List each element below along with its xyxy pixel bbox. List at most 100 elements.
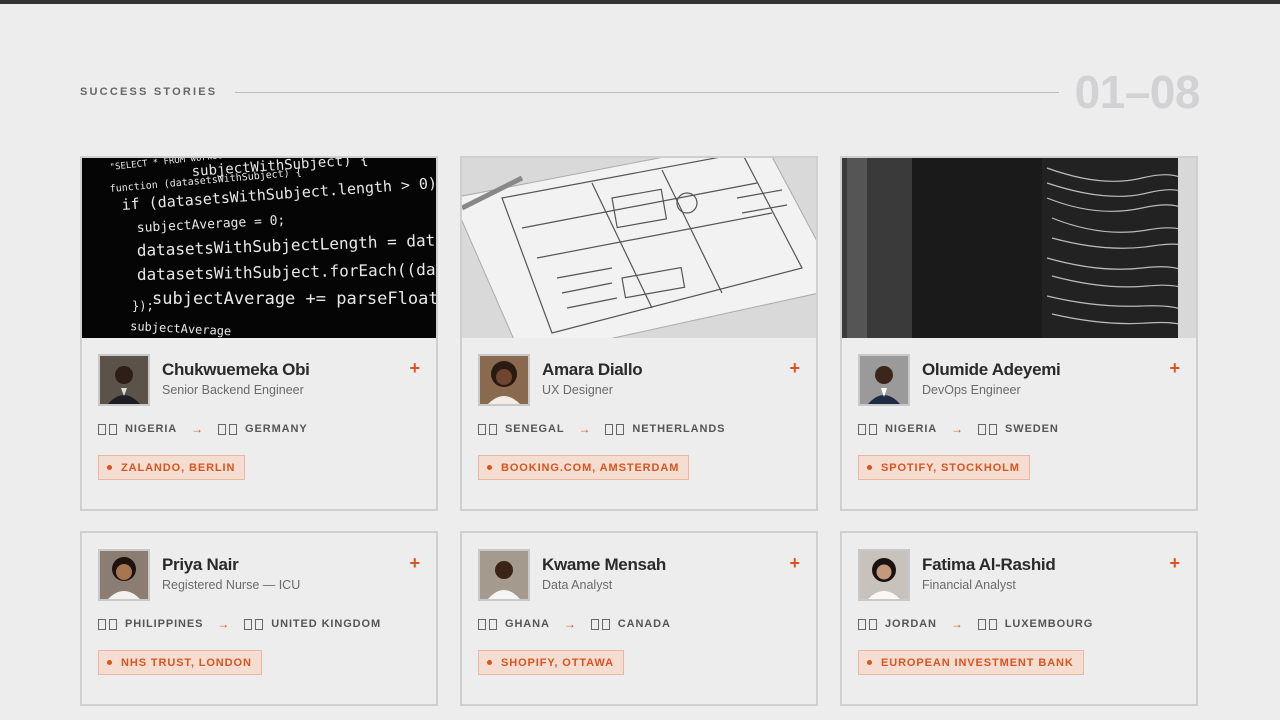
employer-label: SPOTIFY, STOCKHOLM	[881, 461, 1020, 474]
migration-route: GHANA → CANADA	[478, 617, 671, 631]
person-name: Fatima Al-Rashid	[922, 555, 1056, 574]
expand-plus-icon[interactable]: +	[1169, 554, 1180, 572]
migration-route: NIGERIA → SWEDEN	[858, 422, 1059, 436]
story-card[interactable]: Amara Diallo UX Designer + SENEGAL → NET…	[460, 156, 818, 511]
avatar	[98, 354, 150, 406]
avatar	[98, 549, 150, 601]
story-card[interactable]: Olumide Adeyemi DevOps Engineer + NIGERI…	[840, 156, 1198, 511]
person-role: Financial Analyst	[922, 578, 1016, 592]
employer-badge: SPOTIFY, STOCKHOLM	[858, 455, 1030, 480]
flag-icon	[478, 618, 497, 630]
person-name: Amara Diallo	[542, 360, 643, 379]
section-header: SUCCESS STORIES 01–08	[80, 64, 1201, 120]
expand-plus-icon[interactable]: +	[409, 554, 420, 572]
migration-route: JORDAN → LUXEMBOURG	[858, 617, 1093, 631]
server-rack-photo	[842, 158, 1196, 338]
section-divider	[235, 91, 1059, 93]
flag-icon	[858, 618, 877, 630]
story-card[interactable]: Fatima Al-Rashid Financial Analyst + JOR…	[840, 531, 1198, 706]
avatar	[858, 354, 910, 406]
destination-country: NETHERLANDS	[632, 423, 726, 435]
origin-country: JORDAN	[885, 618, 937, 630]
code-editor-photo: "SELECT * FROM workout subjectWithSubjec…	[82, 158, 436, 338]
arrow-right-icon: →	[191, 422, 205, 436]
destination-country: UNITED KINGDOM	[271, 618, 382, 630]
person-role: DevOps Engineer	[922, 383, 1021, 397]
person-role: Data Analyst	[542, 578, 613, 592]
employer-label: BOOKING.COM, AMSTERDAM	[501, 461, 680, 474]
origin-country: GHANA	[505, 618, 550, 630]
card-body: Amara Diallo UX Designer + SENEGAL → NET…	[462, 338, 816, 480]
flag-icon	[605, 423, 625, 435]
arrow-right-icon: →	[951, 422, 965, 436]
flag-icon	[858, 423, 877, 435]
story-card[interactable]: Kwame Mensah Data Analyst + GHANA → CANA…	[460, 531, 818, 706]
expand-plus-icon[interactable]: +	[1169, 359, 1180, 377]
origin-country: PHILIPPINES	[125, 618, 204, 630]
story-card[interactable]: Priya Nair Registered Nurse — ICU + PHIL…	[80, 531, 438, 706]
wireframe-sketch-photo	[462, 158, 816, 338]
card-body: Kwame Mensah Data Analyst + GHANA → CANA…	[462, 533, 816, 675]
flag-icon	[977, 618, 997, 630]
flag-icon	[478, 423, 497, 435]
bullet-dot-icon	[867, 660, 872, 665]
destination-country: LUXEMBOURG	[1004, 618, 1094, 630]
section-title: SUCCESS STORIES	[80, 86, 218, 98]
top-accent-bar	[0, 0, 1280, 4]
origin-country: SENEGAL	[505, 423, 565, 435]
employer-label: NHS TRUST, LONDON	[121, 656, 252, 669]
employer-badge: EUROPEAN INVESTMENT BANK	[858, 650, 1084, 675]
person-role: Registered Nurse — ICU	[162, 578, 301, 592]
employer-badge: SHOPIFY, OTTAWA	[478, 650, 624, 675]
migration-route: SENEGAL → NETHERLANDS	[478, 422, 725, 436]
flag-icon	[98, 618, 117, 630]
flag-icon	[98, 423, 117, 435]
bullet-dot-icon	[107, 660, 112, 665]
flag-icon	[978, 423, 998, 435]
avatar	[858, 549, 910, 601]
migration-route: NIGERIA → GERMANY	[98, 422, 308, 436]
flag-icon	[218, 423, 238, 435]
origin-country: NIGERIA	[125, 423, 178, 435]
card-body: Priya Nair Registered Nurse — ICU + PHIL…	[82, 533, 436, 675]
destination-country: CANADA	[617, 618, 671, 630]
arrow-right-icon: →	[950, 617, 964, 631]
employer-badge: NHS TRUST, LONDON	[98, 650, 262, 675]
employer-label: ZALANDO, BERLIN	[121, 461, 236, 474]
flag-icon	[590, 618, 610, 630]
employer-badge: BOOKING.COM, AMSTERDAM	[478, 455, 690, 480]
destination-country: SWEDEN	[1005, 423, 1059, 435]
arrow-right-icon: →	[217, 617, 231, 631]
person-name: Olumide Adeyemi	[922, 360, 1061, 379]
person-role: Senior Backend Engineer	[162, 383, 304, 397]
destination-country: GERMANY	[245, 423, 308, 435]
avatar	[478, 549, 530, 601]
story-card[interactable]: "SELECT * FROM workout subjectWithSubjec…	[80, 156, 438, 511]
svg-text:});: });	[132, 299, 154, 313]
expand-plus-icon[interactable]: +	[789, 554, 800, 572]
card-body: Olumide Adeyemi DevOps Engineer + NIGERI…	[842, 338, 1196, 480]
expand-plus-icon[interactable]: +	[409, 359, 420, 377]
flag-icon	[244, 618, 264, 630]
bullet-dot-icon	[487, 465, 492, 470]
arrow-right-icon: →	[578, 422, 592, 436]
avatar	[478, 354, 530, 406]
bullet-dot-icon	[487, 660, 492, 665]
person-role: UX Designer	[542, 383, 613, 397]
bullet-dot-icon	[867, 465, 872, 470]
expand-plus-icon[interactable]: +	[789, 359, 800, 377]
employer-label: SHOPIFY, OTTAWA	[501, 656, 614, 669]
section-range: 01–08	[1074, 66, 1201, 118]
migration-route: PHILIPPINES → UNITED KINGDOM	[98, 617, 381, 631]
svg-text:subjectAverage += parseFloat(d: subjectAverage += parseFloat(dataset["	[152, 289, 436, 309]
arrow-right-icon: →	[563, 617, 577, 631]
card-body: Chukwuemeka Obi Senior Backend Engineer …	[82, 338, 436, 480]
employer-badge: ZALANDO, BERLIN	[98, 455, 246, 480]
employer-label: EUROPEAN INVESTMENT BANK	[881, 656, 1074, 669]
person-name: Chukwuemeka Obi	[162, 360, 310, 379]
origin-country: NIGERIA	[885, 423, 938, 435]
person-name: Kwame Mensah	[542, 555, 666, 574]
person-name: Priya Nair	[162, 555, 239, 574]
card-body: Fatima Al-Rashid Financial Analyst + JOR…	[842, 533, 1196, 675]
bullet-dot-icon	[107, 465, 112, 470]
